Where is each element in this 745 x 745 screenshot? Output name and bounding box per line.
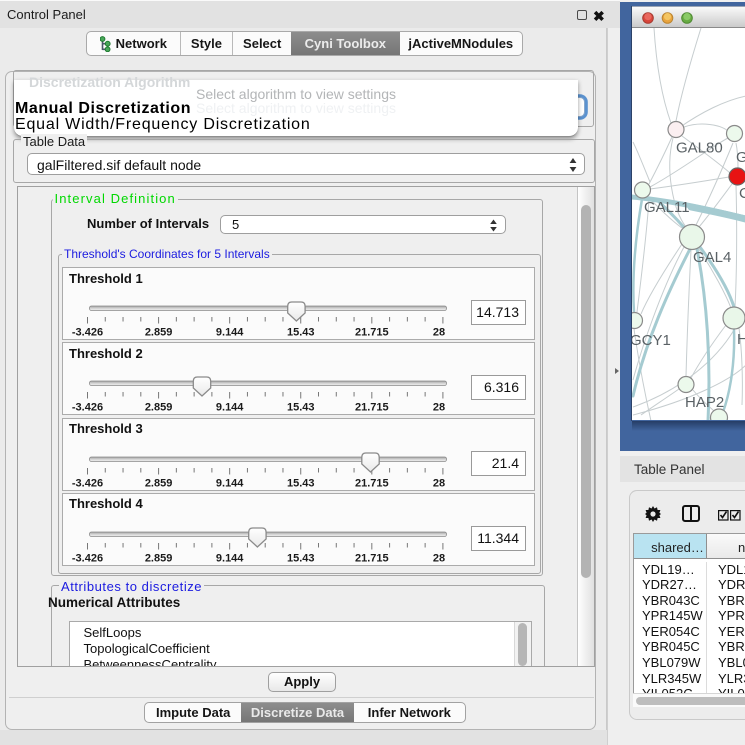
svg-text:9.144: 9.144: [216, 552, 244, 564]
svg-text:GAL7: GAL7: [736, 149, 745, 166]
svg-text:HIS: HIS: [737, 331, 745, 348]
svg-text:15.43: 15.43: [287, 402, 315, 414]
svg-text:9.144: 9.144: [216, 477, 244, 489]
svg-text:2.859: 2.859: [145, 402, 173, 414]
svg-text:21.715: 21.715: [355, 327, 389, 339]
svg-text:2.859: 2.859: [145, 477, 173, 489]
svg-text:21.715: 21.715: [355, 402, 389, 414]
svg-text:2.859: 2.859: [145, 552, 173, 564]
svg-text:28: 28: [433, 402, 445, 414]
svg-text:GAL11: GAL11: [644, 199, 690, 216]
svg-text:9.144: 9.144: [216, 402, 244, 414]
svg-text:-3.426: -3.426: [72, 402, 103, 414]
svg-text:HAP2: HAP2: [685, 394, 724, 411]
svg-text:GCY1: GCY1: [632, 332, 671, 349]
svg-text:-3.426: -3.426: [72, 327, 103, 339]
svg-text:GAL4: GAL4: [693, 249, 731, 266]
svg-text:21.715: 21.715: [355, 477, 389, 489]
svg-text:15.43: 15.43: [287, 327, 315, 339]
svg-text:21.715: 21.715: [355, 552, 389, 564]
svg-text:9.144: 9.144: [216, 327, 244, 339]
svg-text:2.859: 2.859: [145, 327, 173, 339]
svg-text:28: 28: [433, 477, 445, 489]
svg-text:GAL80: GAL80: [676, 140, 723, 157]
svg-text:15.43: 15.43: [287, 477, 315, 489]
svg-text:-3.426: -3.426: [72, 477, 103, 489]
svg-text:CD: CD: [739, 185, 745, 202]
svg-text:15.43: 15.43: [287, 552, 315, 564]
svg-text:-3.426: -3.426: [72, 552, 103, 564]
svg-text:28: 28: [433, 552, 445, 564]
svg-text:28: 28: [433, 327, 445, 339]
